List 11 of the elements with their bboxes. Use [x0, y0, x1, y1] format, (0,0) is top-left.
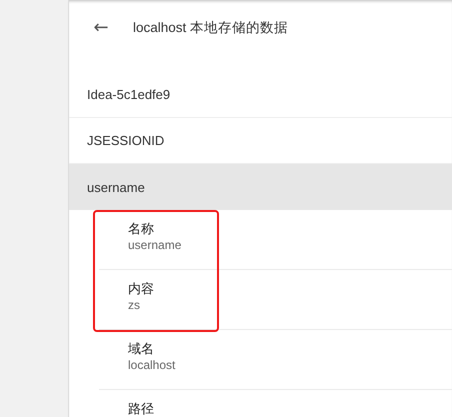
field-label: 名称 — [128, 220, 155, 237]
storage-item[interactable]: username — [69, 164, 452, 210]
field-value: username — [128, 237, 182, 254]
page-title: localhost 本地存储的数据 — [133, 19, 288, 37]
storage-item[interactable]: Idea-5c1edfe9 — [69, 72, 452, 118]
field-label: 域名 — [128, 340, 155, 357]
back-button[interactable]: ← — [89, 17, 113, 39]
field-label: 路径 — [128, 400, 155, 417]
field-value: zs — [128, 297, 141, 314]
field-label: 内容 — [128, 280, 155, 297]
field-value: localhost — [128, 357, 176, 374]
